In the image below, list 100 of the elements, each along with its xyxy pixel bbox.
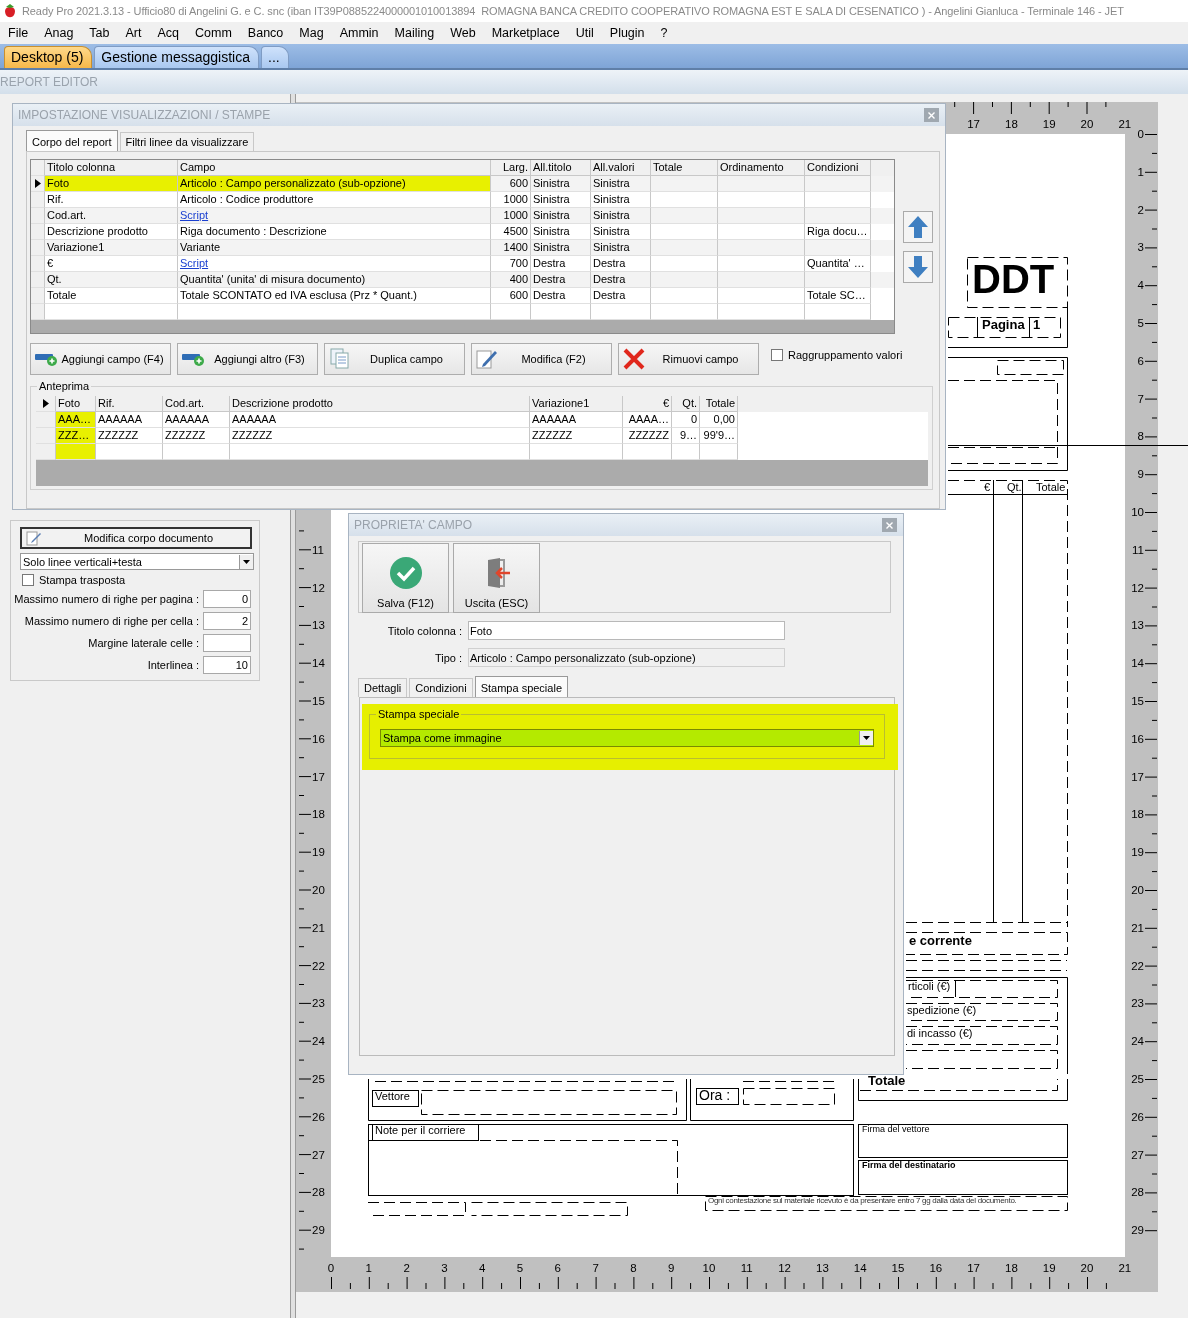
ruler-label: 20 bbox=[1079, 117, 1095, 131]
toolbar-button[interactable]: Uscita (ESC) bbox=[453, 543, 540, 613]
dialog-title: IMPOSTAZIONE VISUALIZZAZIONI / STAMPE bbox=[18, 108, 271, 122]
cross-icon bbox=[622, 348, 646, 370]
toolbar-button[interactable]: Salva (F12) bbox=[362, 543, 449, 613]
edit-body-button[interactable]: Modifica corpo documento bbox=[20, 527, 252, 550]
menu-item[interactable]: ? bbox=[652, 26, 676, 40]
toolbar-button[interactable]: Aggiungi altro (F3) bbox=[177, 343, 318, 375]
ruler-label: 18 bbox=[312, 807, 326, 822]
report-text: spedizione (€) bbox=[907, 1005, 977, 1016]
tab[interactable]: Corpo del report bbox=[26, 130, 118, 151]
copy-icon bbox=[328, 348, 352, 370]
menu-item[interactable]: Banco bbox=[239, 26, 292, 40]
input-field[interactable]: 2 bbox=[203, 612, 251, 630]
input-field[interactable]: 0 bbox=[203, 590, 251, 608]
ruler-label: 16 bbox=[312, 731, 326, 746]
report-text: Ogni contestazione sul materiale ricevuto è da presentare entro 7 gg dalla data del documento. bbox=[708, 1197, 1017, 1205]
ruler-label: 26 bbox=[312, 1109, 326, 1124]
ruler-label: 13 bbox=[312, 618, 326, 633]
tab[interactable]: Desktop (5) bbox=[4, 46, 93, 68]
table-row[interactable]: Qt. Quantita' (unita' di misura documento) 400 Destra Destra bbox=[31, 272, 894, 288]
tab[interactable]: Stampa speciale bbox=[474, 676, 568, 697]
toolbar-button[interactable]: Rimuovi campo bbox=[618, 343, 759, 375]
input-field[interactable]: Foto bbox=[468, 621, 785, 640]
menu-item[interactable]: Comm bbox=[187, 26, 240, 40]
table-cell bbox=[491, 304, 531, 320]
move-up-button[interactable] bbox=[903, 211, 933, 243]
table-cell bbox=[56, 444, 96, 460]
input-field[interactable]: 10 bbox=[203, 656, 251, 674]
tab[interactable]: ... bbox=[261, 46, 289, 68]
menu-item[interactable]: Tab bbox=[81, 26, 118, 40]
table-cell: Foto bbox=[45, 176, 178, 192]
check-icon bbox=[388, 556, 423, 590]
ruler-label: 6 bbox=[1136, 353, 1144, 368]
ruler-label: 11 bbox=[739, 1261, 754, 1275]
report-text: rticoli (€) bbox=[908, 981, 951, 992]
ruler-label: 11 bbox=[1131, 542, 1144, 557]
table-cell bbox=[163, 444, 230, 460]
toolbar-button[interactable]: Aggiungi campo (F4) bbox=[30, 343, 171, 375]
row-header bbox=[36, 444, 56, 460]
menu-item[interactable]: Plugin bbox=[601, 26, 653, 40]
ruler-label: 19 bbox=[1130, 845, 1144, 860]
field-label: Margine laterale celle : bbox=[88, 637, 199, 649]
close-button[interactable] bbox=[882, 518, 897, 532]
toolbar-button[interactable]: Duplica campo bbox=[324, 343, 465, 375]
table-row[interactable]: Rif. Articolo : Codice produttore 1000 Sinistra Sinistra bbox=[31, 192, 894, 208]
close-button[interactable] bbox=[924, 108, 939, 122]
ruler-label: 1 bbox=[364, 1261, 373, 1275]
row-header[interactable] bbox=[31, 176, 45, 192]
menu-item[interactable]: Acq bbox=[149, 26, 188, 40]
menu-item[interactable]: File bbox=[0, 26, 37, 40]
menu-item[interactable]: Mag bbox=[291, 26, 332, 40]
menu-item[interactable]: Ammin bbox=[331, 26, 387, 40]
menu-item[interactable]: Mailing bbox=[386, 26, 443, 40]
input-field[interactable] bbox=[203, 634, 251, 652]
ruler-label: 18 bbox=[1004, 117, 1019, 131]
report-text: Firma del destinatario bbox=[862, 1161, 956, 1170]
checkbox[interactable] bbox=[771, 349, 783, 361]
menu-item[interactable]: Marketplace bbox=[483, 26, 568, 40]
table-cell bbox=[96, 444, 163, 460]
table-row[interactable]: Descrizione prodotto Riga documento : Descrizione 4500 Sinistra Sinistra Riga docu… bbox=[31, 224, 894, 240]
line-style-dropdown[interactable]: Solo linee verticali+testa bbox=[20, 553, 254, 570]
ruler-label: 9 bbox=[1136, 467, 1144, 482]
input-field[interactable]: Articolo : Campo personalizzato (sub-opzione) bbox=[468, 648, 785, 667]
table-cell bbox=[623, 444, 672, 460]
ruler-label: 2 bbox=[402, 1261, 411, 1275]
tab[interactable]: Dettagli bbox=[358, 678, 408, 697]
menu-item[interactable]: Web bbox=[442, 26, 484, 40]
checkbox-label: Raggruppamento valori bbox=[788, 349, 903, 361]
table-row[interactable]: Foto Articolo : Campo personalizzato (sub-opzione) 600 Sinistra Sinistra bbox=[31, 176, 894, 192]
toolbar-button[interactable]: Modifica (F2) bbox=[471, 343, 612, 375]
ruler-label: 19 bbox=[1041, 1261, 1057, 1275]
table-cell bbox=[700, 444, 738, 460]
tab[interactable]: Gestione messaggistica bbox=[94, 46, 259, 68]
ruler-label: 29 bbox=[1130, 1223, 1144, 1238]
ruler-label: 23 bbox=[312, 996, 326, 1011]
field-label: Massimo numero di righe per pagina : bbox=[14, 593, 199, 605]
table-row[interactable]: Totale Totale SCONTATO ed IVA esclusa (Prz * Quant.) 600 Destra Destra Totale SC… bbox=[31, 288, 894, 304]
ruler-label: 27 bbox=[1130, 1147, 1144, 1162]
edit-icon bbox=[26, 530, 42, 547]
report-text: Qt. bbox=[1007, 482, 1022, 493]
tab[interactable]: Condizioni bbox=[409, 678, 473, 697]
ruler-label: 27 bbox=[312, 1147, 326, 1162]
checkbox[interactable] bbox=[22, 574, 34, 586]
table-row[interactable]: € Script 700 Destra Destra Quantita' … bbox=[31, 256, 894, 272]
ruler-label: 0 bbox=[326, 1261, 336, 1275]
table-cell bbox=[651, 304, 718, 320]
tab[interactable]: Filtri linee da visualizzare bbox=[119, 132, 255, 151]
print-mode-dropdown[interactable]: Stampa come immagine bbox=[380, 729, 874, 747]
report-text: Totale bbox=[868, 1074, 906, 1087]
table-row[interactable]: Variazione1 Variante 1400 Sinistra Sinistra bbox=[31, 240, 894, 256]
ruler-label: 10 bbox=[1130, 505, 1144, 519]
table-cell bbox=[805, 304, 871, 320]
menu-item[interactable]: Anag bbox=[36, 26, 82, 40]
ruler-label: 16 bbox=[928, 1261, 944, 1275]
move-down-button[interactable] bbox=[903, 251, 933, 283]
menu-item[interactable]: Art bbox=[117, 26, 150, 40]
ruler-label: 3 bbox=[440, 1261, 449, 1275]
table-row[interactable]: Cod.art. Script 1000 Sinistra Sinistra bbox=[31, 208, 894, 224]
menu-item[interactable]: Util bbox=[567, 26, 602, 40]
